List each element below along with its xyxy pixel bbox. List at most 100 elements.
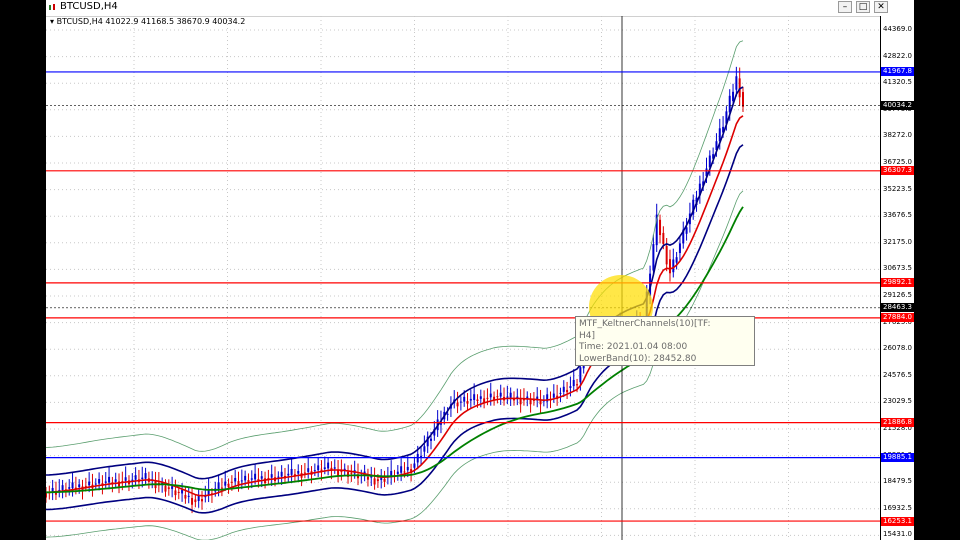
candle-body (124, 477, 127, 481)
candle-body (532, 400, 535, 402)
candle-body (134, 475, 137, 480)
candle-body (94, 483, 97, 485)
candle-body (423, 446, 426, 452)
candle-body (260, 476, 263, 479)
tooltip-value: LowerBand(10): 28452.80 (579, 353, 697, 364)
candle-body (108, 476, 111, 483)
candle-body (735, 76, 738, 90)
candle-body (71, 482, 74, 489)
tooltip-timeframe: H4] (579, 330, 596, 341)
candle-body (479, 396, 482, 399)
price-tick-label: 24576.5 (883, 370, 912, 379)
candle-body (406, 466, 409, 471)
candle-body (566, 389, 569, 393)
candle-body (220, 487, 223, 489)
candle-body (317, 465, 320, 471)
candle-body (446, 413, 449, 415)
candle-body (200, 499, 203, 502)
price-tick-label: 42822.0 (883, 51, 912, 60)
candle-body (287, 473, 290, 476)
candle-body (164, 485, 167, 492)
terminal-window: BTCUSD,H4 – □ ✕ ▾ BTCUSD,H4 41022.9 4116… (46, 0, 914, 540)
level-price-tag: 21886.8 (881, 418, 914, 428)
candle-body (323, 467, 326, 469)
candle-body (459, 401, 462, 403)
level-price-tag: 19885.1 (881, 453, 914, 463)
price-tick-label: 16932.5 (883, 503, 912, 512)
candle-body (668, 259, 671, 274)
minimize-button[interactable]: – (838, 1, 852, 13)
candle-body (333, 467, 336, 469)
candle-body (290, 468, 293, 475)
price-chart[interactable]: ▾ BTCUSD,H4 41022.9 41168.5 38670.9 4003… (46, 16, 880, 540)
indicator-tooltip: MTF_KeltnerChannels(10)[TF: H4] Time: 20… (575, 316, 755, 366)
candle-body (652, 244, 655, 271)
candle-body (675, 257, 678, 263)
candle-body (184, 494, 187, 499)
candle-body (307, 468, 310, 472)
candle-body (270, 474, 273, 478)
level-price-tag: 16253.1 (881, 516, 914, 526)
candle-body (88, 481, 91, 486)
candle-body (303, 472, 306, 474)
candle-body (194, 499, 197, 503)
candle-body (61, 485, 64, 490)
title-bar: BTCUSD,H4 – □ ✕ (46, 0, 914, 17)
level-price-tag: 29892.1 (881, 278, 914, 288)
candle-body (742, 92, 744, 107)
close-button[interactable]: ✕ (874, 1, 888, 13)
candle-body (197, 495, 200, 502)
price-tick-label: 18479.5 (883, 477, 912, 486)
candle-body (240, 480, 243, 482)
candle-body (297, 470, 300, 474)
candle-body (78, 484, 81, 488)
candle-body (230, 481, 233, 483)
candle-body (552, 393, 555, 398)
price-tick-label: 41320.5 (883, 78, 912, 87)
price-axis[interactable]: 44369.042822.041320.539775.538272.036725… (880, 16, 914, 540)
candle-body (254, 473, 257, 480)
level-price-tag: 27884.0 (881, 313, 914, 323)
candle-body (104, 481, 107, 483)
candle-body (678, 243, 681, 254)
candle-body (144, 473, 147, 479)
candlestick-chart-icon (49, 4, 55, 10)
candle-body (413, 463, 416, 468)
candle-body (572, 379, 575, 387)
candle-body (400, 466, 403, 473)
candle-body (227, 483, 230, 488)
price-tick-label: 38272.0 (883, 131, 912, 140)
price-tick-label: 33676.5 (883, 211, 912, 220)
level-price-tag: 41967.8 (881, 67, 914, 77)
candle-body (430, 438, 433, 441)
candle-body (496, 396, 499, 398)
price-tick-label: 44369.0 (883, 25, 912, 33)
symbol-info-text: BTCUSD,H4 41022.9 41168.5 38670.9 40034.… (56, 17, 246, 26)
price-tick-label: 15431.0 (883, 530, 912, 539)
price-chart-canvas[interactable] (46, 16, 880, 540)
candle-body (576, 384, 579, 386)
candle-body (98, 479, 101, 484)
tooltip-time: Time: 2021.01.04 08:00 (579, 342, 688, 352)
candle-body (141, 477, 144, 480)
candle-body (662, 232, 665, 244)
price-tick-label: 36725.0 (883, 158, 912, 166)
candle-body (181, 489, 184, 494)
candle-body (732, 91, 735, 102)
candle-body (685, 227, 688, 234)
candle-body (177, 491, 180, 493)
candle-body (234, 477, 237, 482)
candle-body (506, 396, 509, 398)
candle-body (224, 481, 227, 486)
candle-body (473, 394, 476, 400)
candle-body (217, 482, 220, 490)
price-tick-label: 32175.0 (883, 237, 912, 246)
window-title: BTCUSD,H4 (60, 1, 118, 12)
candle-body (519, 398, 522, 405)
candle-body (420, 455, 423, 458)
candle-body (191, 497, 194, 505)
price-tick-label: 29126.5 (883, 291, 912, 299)
candle-body (665, 246, 668, 265)
candle-body (509, 392, 512, 398)
restore-button[interactable]: □ (856, 1, 870, 13)
